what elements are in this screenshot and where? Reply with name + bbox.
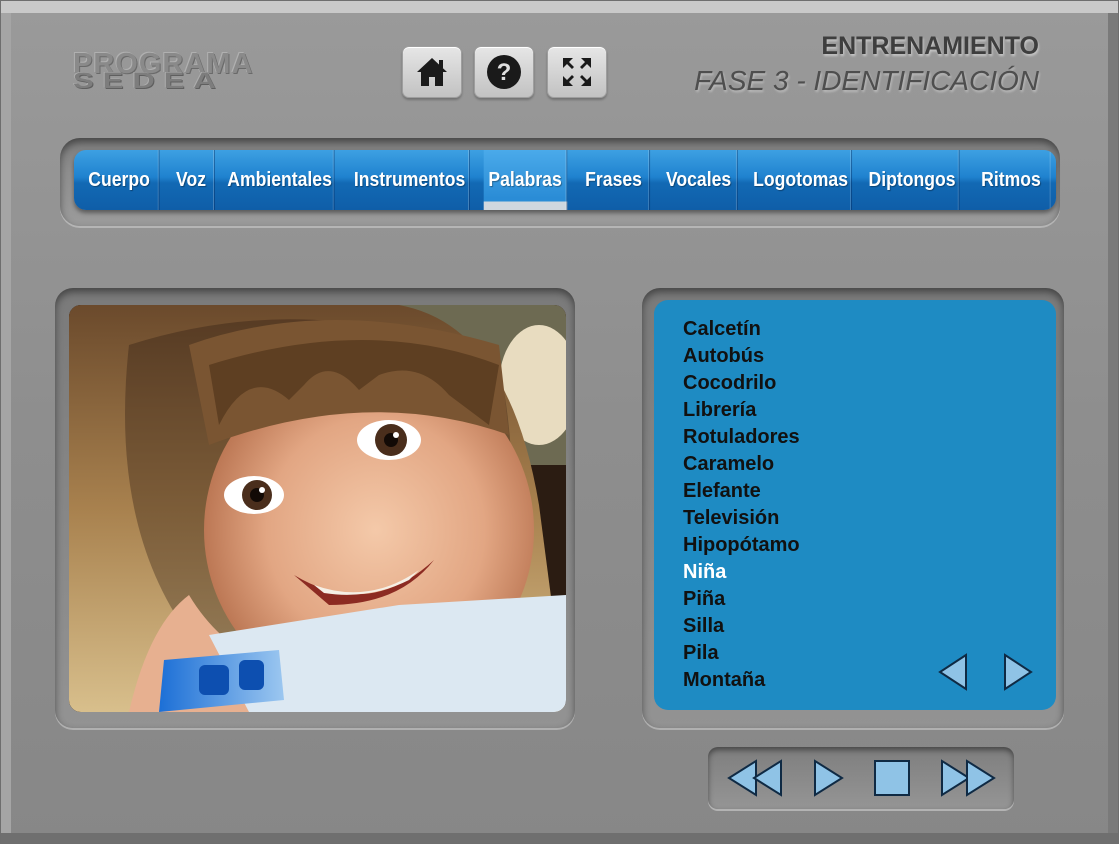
list-item[interactable]: Piña: [683, 587, 800, 614]
list-item[interactable]: Autobús: [683, 344, 800, 371]
fullscreen-button[interactable]: [547, 46, 607, 98]
list-item[interactable]: Caramelo: [683, 452, 800, 479]
stop-icon: [874, 760, 910, 796]
fullscreen-icon: [563, 58, 591, 86]
brand-logo: PROGRAMA SEDEA: [73, 48, 303, 96]
home-button[interactable]: [402, 46, 462, 98]
category-nav: Cuerpo Voz Ambientales Instrumentos Pala…: [74, 150, 1056, 210]
tab-diptongos[interactable]: Diptongos: [865, 150, 960, 210]
list-item[interactable]: Calcetín: [683, 317, 800, 344]
child-photo-illustration: [69, 305, 566, 712]
tab-logotomas[interactable]: Logotomas: [750, 150, 853, 210]
triangle-left-icon: [938, 653, 967, 691]
fast-forward-icon: [941, 759, 996, 797]
list-item[interactable]: Cocodrilo: [683, 371, 800, 398]
next-page-button[interactable]: [1000, 652, 1036, 692]
tab-palabras[interactable]: Palabras: [483, 150, 568, 210]
brand-line2: SEDEA: [73, 68, 225, 94]
page-subtitle: FASE 3 - IDENTIFICACIÓN: [694, 65, 1039, 96]
svg-text:?: ?: [497, 59, 512, 86]
list-item[interactable]: Elefante: [683, 479, 800, 506]
home-icon: [417, 58, 447, 86]
word-list: Calcetín Autobús Cocodrilo Librería Rotu…: [683, 317, 800, 695]
list-item[interactable]: Televisión: [683, 506, 800, 533]
help-button[interactable]: ?: [474, 46, 534, 98]
previous-page-button[interactable]: [935, 652, 971, 692]
play-icon: [814, 759, 844, 797]
list-item[interactable]: Hipopótamo: [683, 533, 800, 560]
tab-frases[interactable]: Frases: [578, 150, 651, 210]
help-icon: ?: [487, 55, 521, 89]
tab-instrumentos[interactable]: Instrumentos: [350, 150, 470, 210]
list-item[interactable]: Librería: [683, 398, 800, 425]
triangle-right-icon: [1004, 653, 1033, 691]
list-item[interactable]: Silla: [683, 614, 800, 641]
list-item-selected[interactable]: Niña: [683, 560, 800, 587]
list-item[interactable]: Rotuladores: [683, 425, 800, 452]
page-title: ENTRENAMIENTO: [821, 32, 1039, 60]
list-item[interactable]: Montaña: [683, 668, 800, 695]
rewind-icon: [727, 759, 782, 797]
list-item[interactable]: Pila: [683, 641, 800, 668]
stop-button[interactable]: [871, 756, 913, 800]
tab-ambientales[interactable]: Ambientales: [225, 150, 335, 210]
tab-cuerpo[interactable]: Cuerpo: [79, 150, 160, 210]
title-block: ENTRENAMIENTO FASE 3 - IDENTIFICACIÓN: [694, 32, 1039, 97]
fast-forward-button[interactable]: [938, 756, 998, 800]
tab-ritmos[interactable]: Ritmos: [971, 150, 1050, 210]
tab-vocales[interactable]: Vocales: [660, 150, 738, 210]
rewind-button[interactable]: [725, 756, 785, 800]
word-photo: [69, 305, 566, 712]
play-button[interactable]: [808, 756, 848, 800]
tab-voz[interactable]: Voz: [168, 150, 215, 210]
